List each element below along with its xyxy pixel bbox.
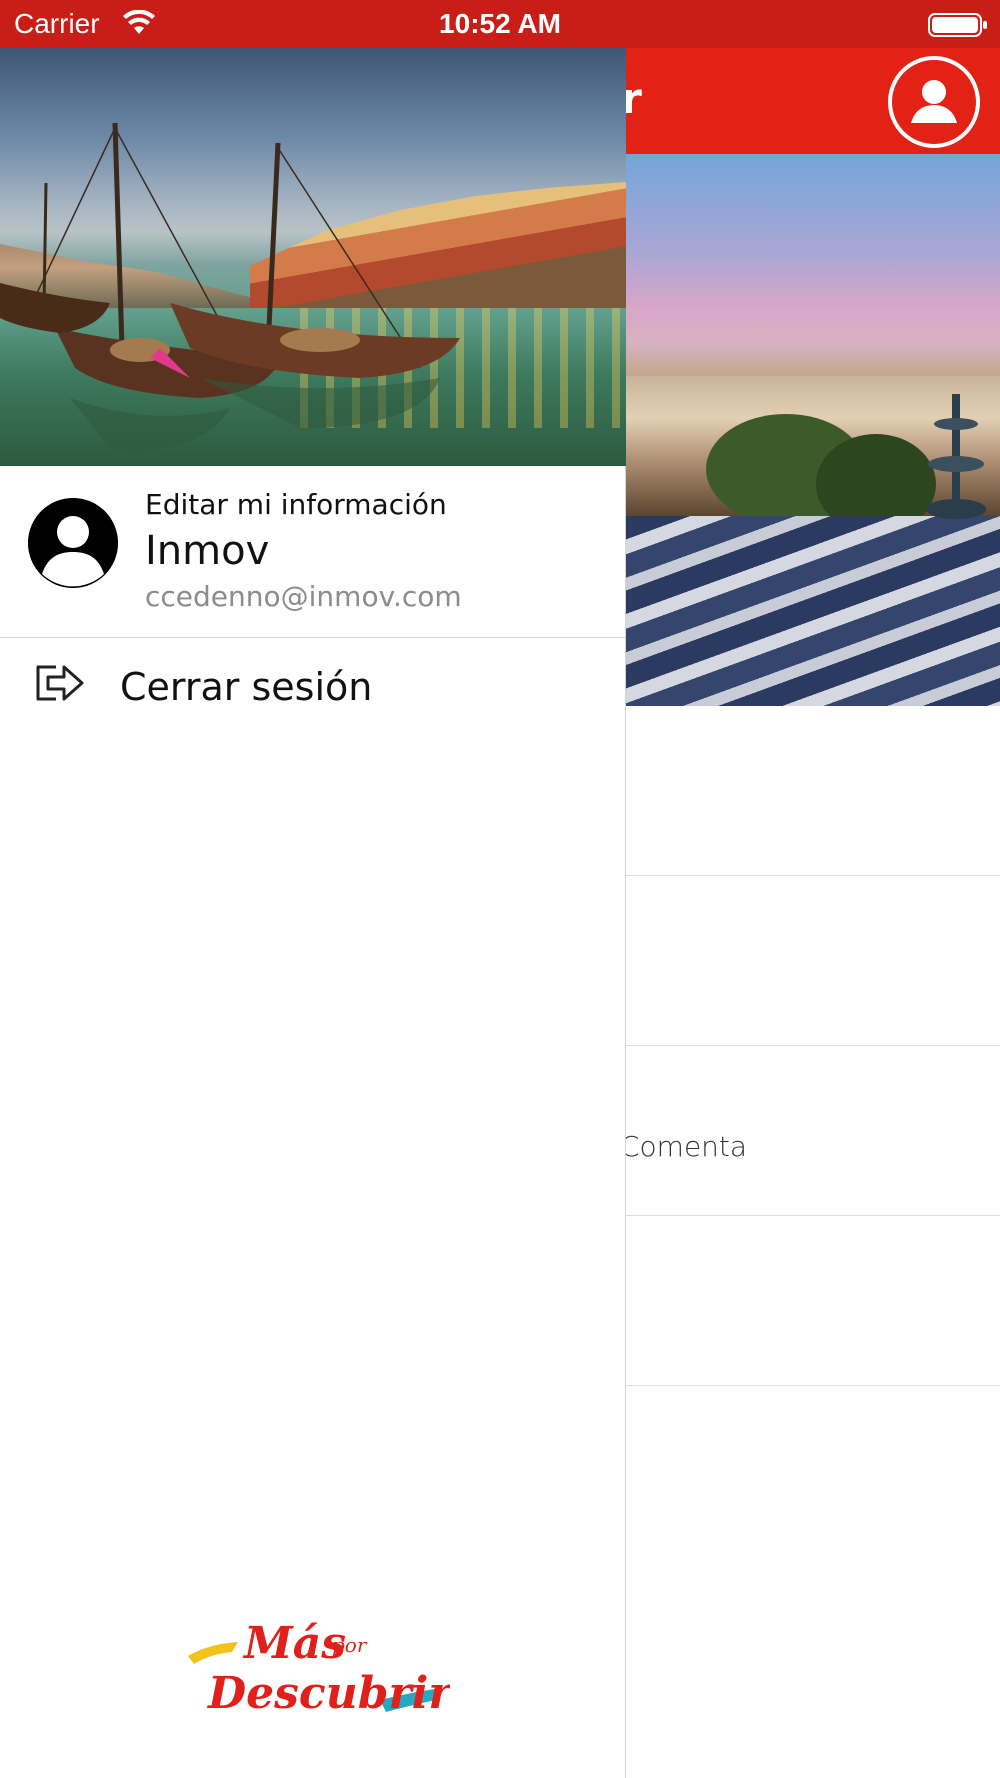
- list-item[interactable]: [626, 1216, 1000, 1386]
- logout-button[interactable]: Cerrar sesión: [0, 639, 626, 739]
- list-item[interactable]: [626, 706, 1000, 876]
- main-list: Comenta: [620, 706, 1000, 1386]
- list-item-label: Comenta: [620, 1130, 748, 1163]
- list-item[interactable]: [626, 876, 1000, 1046]
- user-info-section[interactable]: Editar mi información Inmov ccedenno@inm…: [0, 466, 626, 638]
- avatar[interactable]: [28, 498, 118, 588]
- profile-icon: [901, 69, 967, 135]
- user-name: Inmov: [145, 528, 270, 574]
- mas-por-descubrir-logo: Más por Descubrir: [188, 1618, 450, 1719]
- main-header: brir: [556, 48, 1000, 154]
- profile-button[interactable]: [888, 56, 980, 148]
- hero-pavement: [626, 516, 1000, 706]
- side-drawer: Editar mi información Inmov ccedenno@inm…: [0, 48, 626, 1778]
- logout-label: Cerrar sesión: [120, 665, 373, 709]
- edit-info-link[interactable]: Editar mi información: [145, 488, 447, 521]
- drawer-header-image: [0, 48, 626, 466]
- photo-boats: [0, 122, 460, 450]
- hero-fountain: [926, 394, 986, 519]
- battery-icon: [928, 13, 987, 37]
- logo-text-mas: Más: [242, 1618, 346, 1669]
- status-bar: Carrier 10:52 AM: [0, 0, 1000, 48]
- logo-text-descubrir: Descubrir: [206, 1668, 450, 1719]
- logo-text-por: por: [332, 1633, 368, 1657]
- list-item[interactable]: Comenta: [620, 1046, 1000, 1216]
- main-hero-image: [626, 154, 1000, 706]
- status-time: 10:52 AM: [439, 8, 561, 39]
- user-email: ccedenno@inmov.com: [145, 580, 462, 613]
- logout-icon: [36, 665, 84, 701]
- avatar-icon: [28, 498, 118, 588]
